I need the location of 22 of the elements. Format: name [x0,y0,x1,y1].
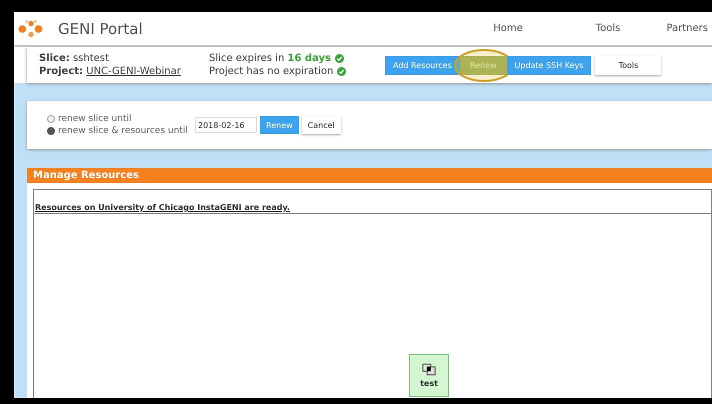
node-label: test [420,379,438,388]
radio-button[interactable] [47,127,55,135]
node-box[interactable]: test [409,354,449,397]
section-header: Manage Resources [27,168,712,183]
nav-link[interactable]: Home [458,23,558,34]
status-message: Resources on University of Chicago InstaGENI are ready. [34,202,711,214]
logo-icon [18,18,44,38]
project-expiry: Project has no expiration [209,65,334,78]
form-button[interactable]: Cancel [302,116,341,134]
slice-expiry: Slice expires in 16 days [209,52,331,65]
radio-option[interactable]: renew slice until [47,113,195,125]
date-field[interactable]: 2018-02-16 [195,117,257,133]
portal-title: GENI Portal [58,20,143,38]
project-label: Project: [39,66,84,77]
project-link[interactable]: UNC-GENI-Webinar [86,66,181,77]
slice-name: Slice: sshtest [39,52,110,65]
radio-button[interactable] [47,115,55,123]
node-icon [422,363,436,376]
nav-link[interactable]: Partners [658,23,712,34]
nav-link[interactable]: Tools [558,23,658,34]
action-button[interactable]: Tools [595,56,662,74]
radio-label: renew slice until [58,113,132,125]
